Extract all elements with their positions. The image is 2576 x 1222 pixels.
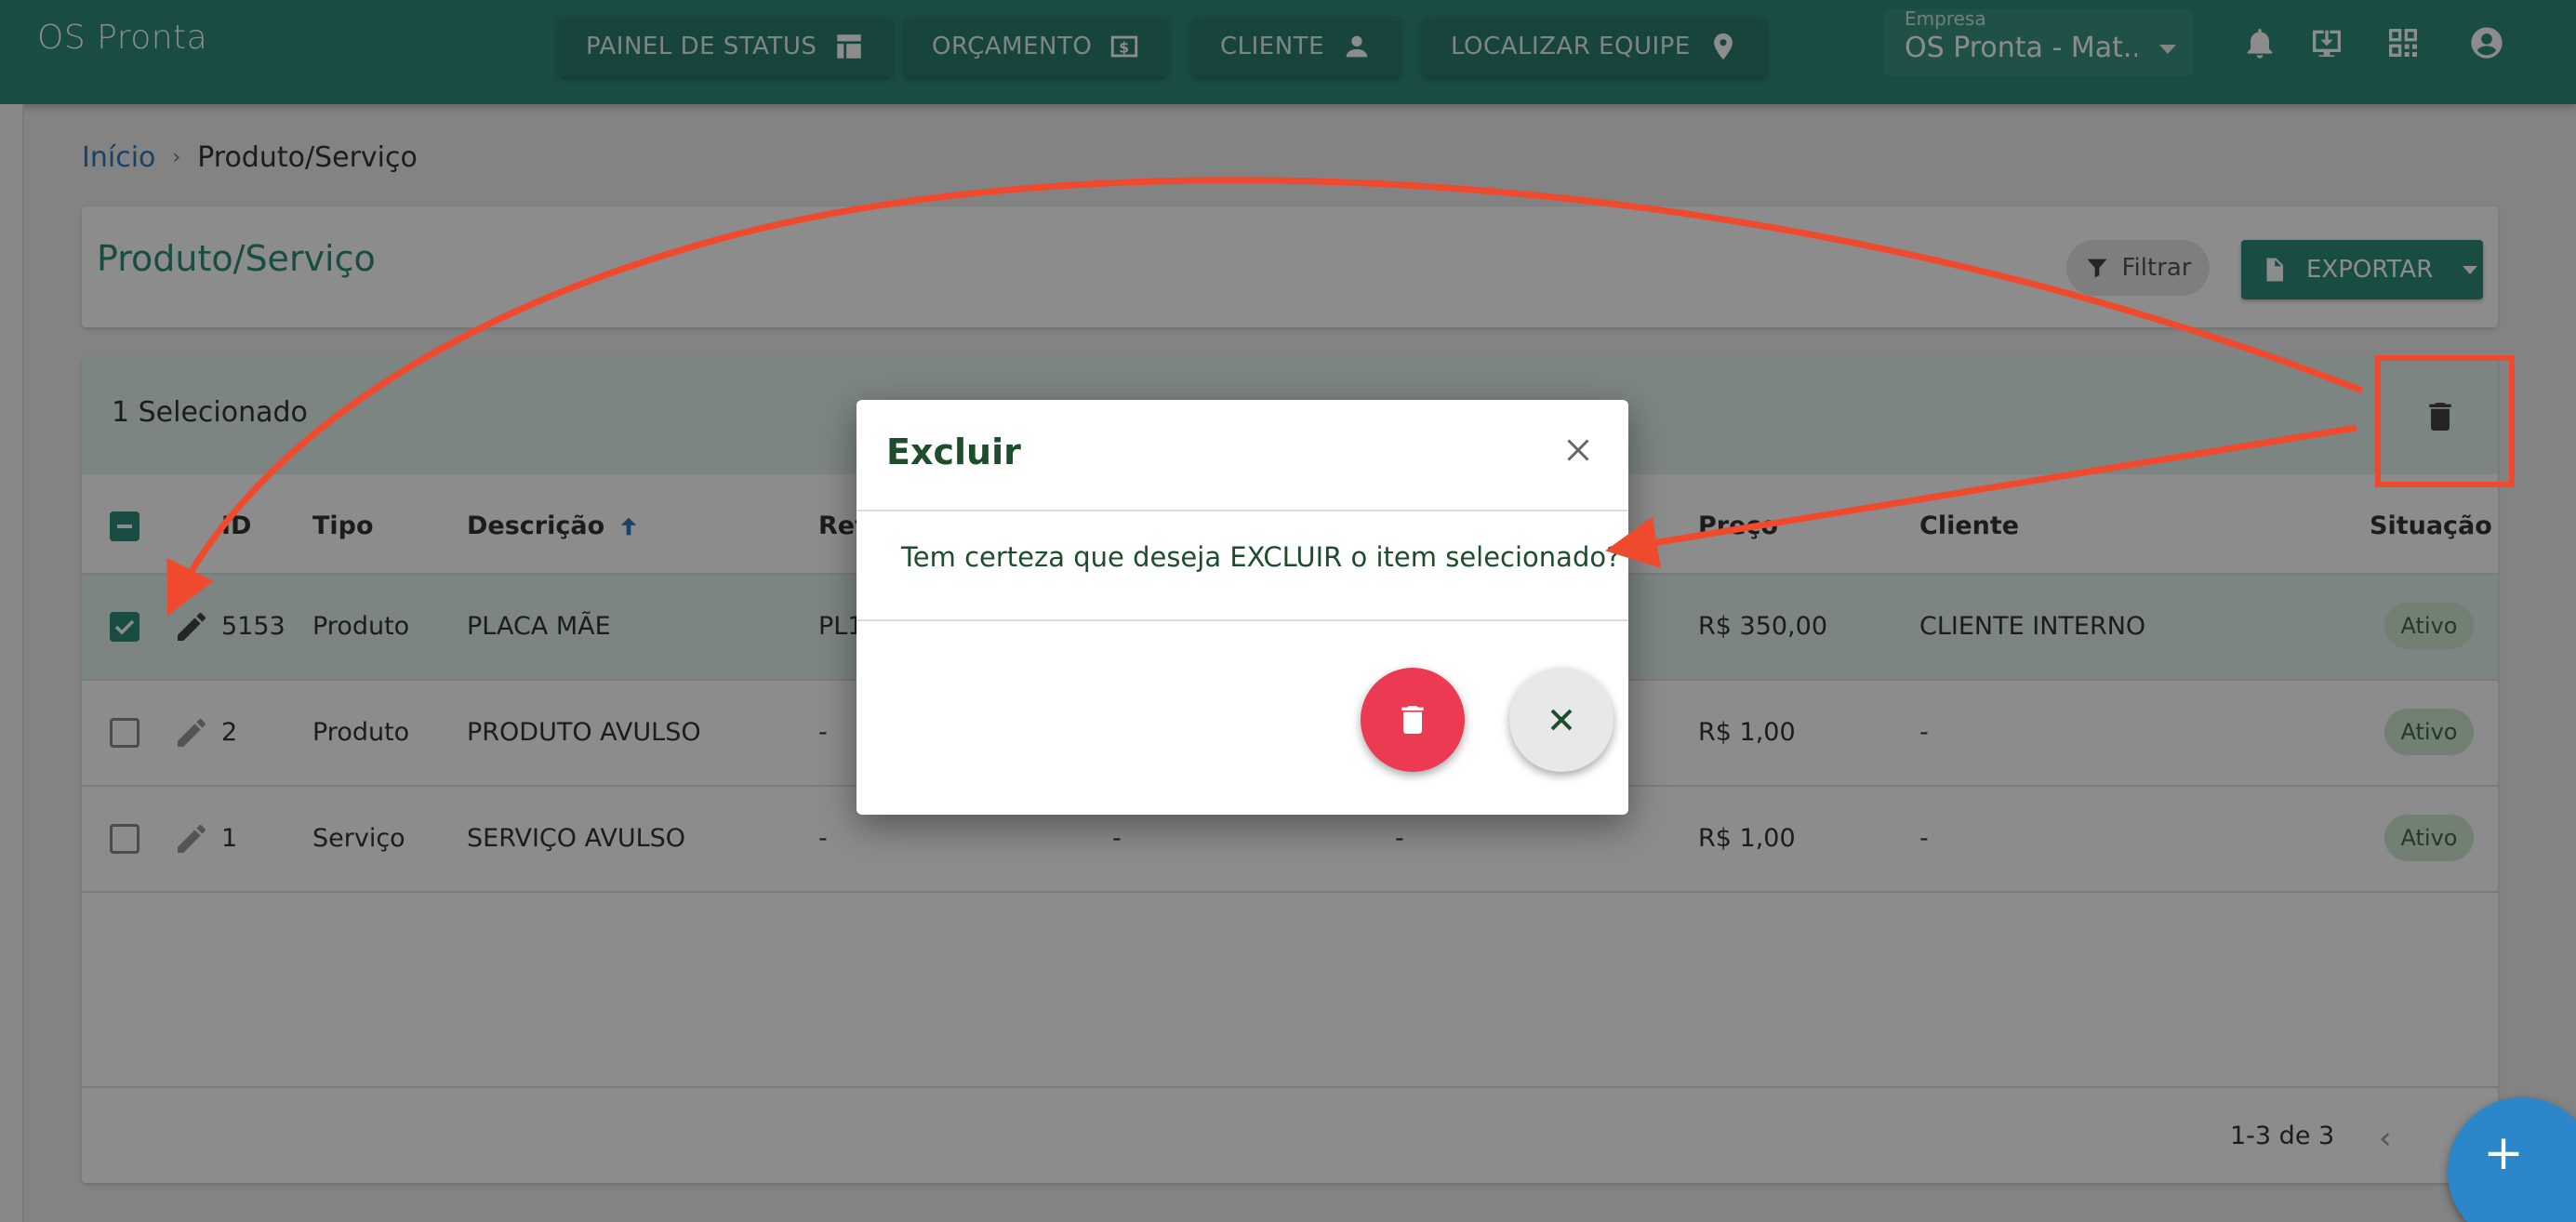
dialog-divider	[856, 510, 1628, 511]
plus-icon: +	[2483, 1125, 2524, 1181]
trash-icon	[1401, 706, 1424, 734]
cancel-button[interactable]	[1509, 668, 1613, 772]
dialog-divider	[856, 619, 1628, 621]
dialog-message: Tem certeza que deseja EXCLUIR o item se…	[901, 541, 1621, 573]
delete-dialog: Excluir Tem certeza que deseja EXCLUIR o…	[856, 400, 1628, 815]
app: OS Pronta PAINEL DE STATUS ORÇAMENTO $ C…	[0, 0, 2576, 1222]
confirm-delete-button[interactable]	[1361, 668, 1465, 772]
close-icon	[1550, 709, 1573, 731]
dialog-title: Excluir	[886, 432, 1021, 472]
close-icon[interactable]	[1561, 433, 1595, 467]
annotation-highlight-box	[2375, 355, 2515, 487]
